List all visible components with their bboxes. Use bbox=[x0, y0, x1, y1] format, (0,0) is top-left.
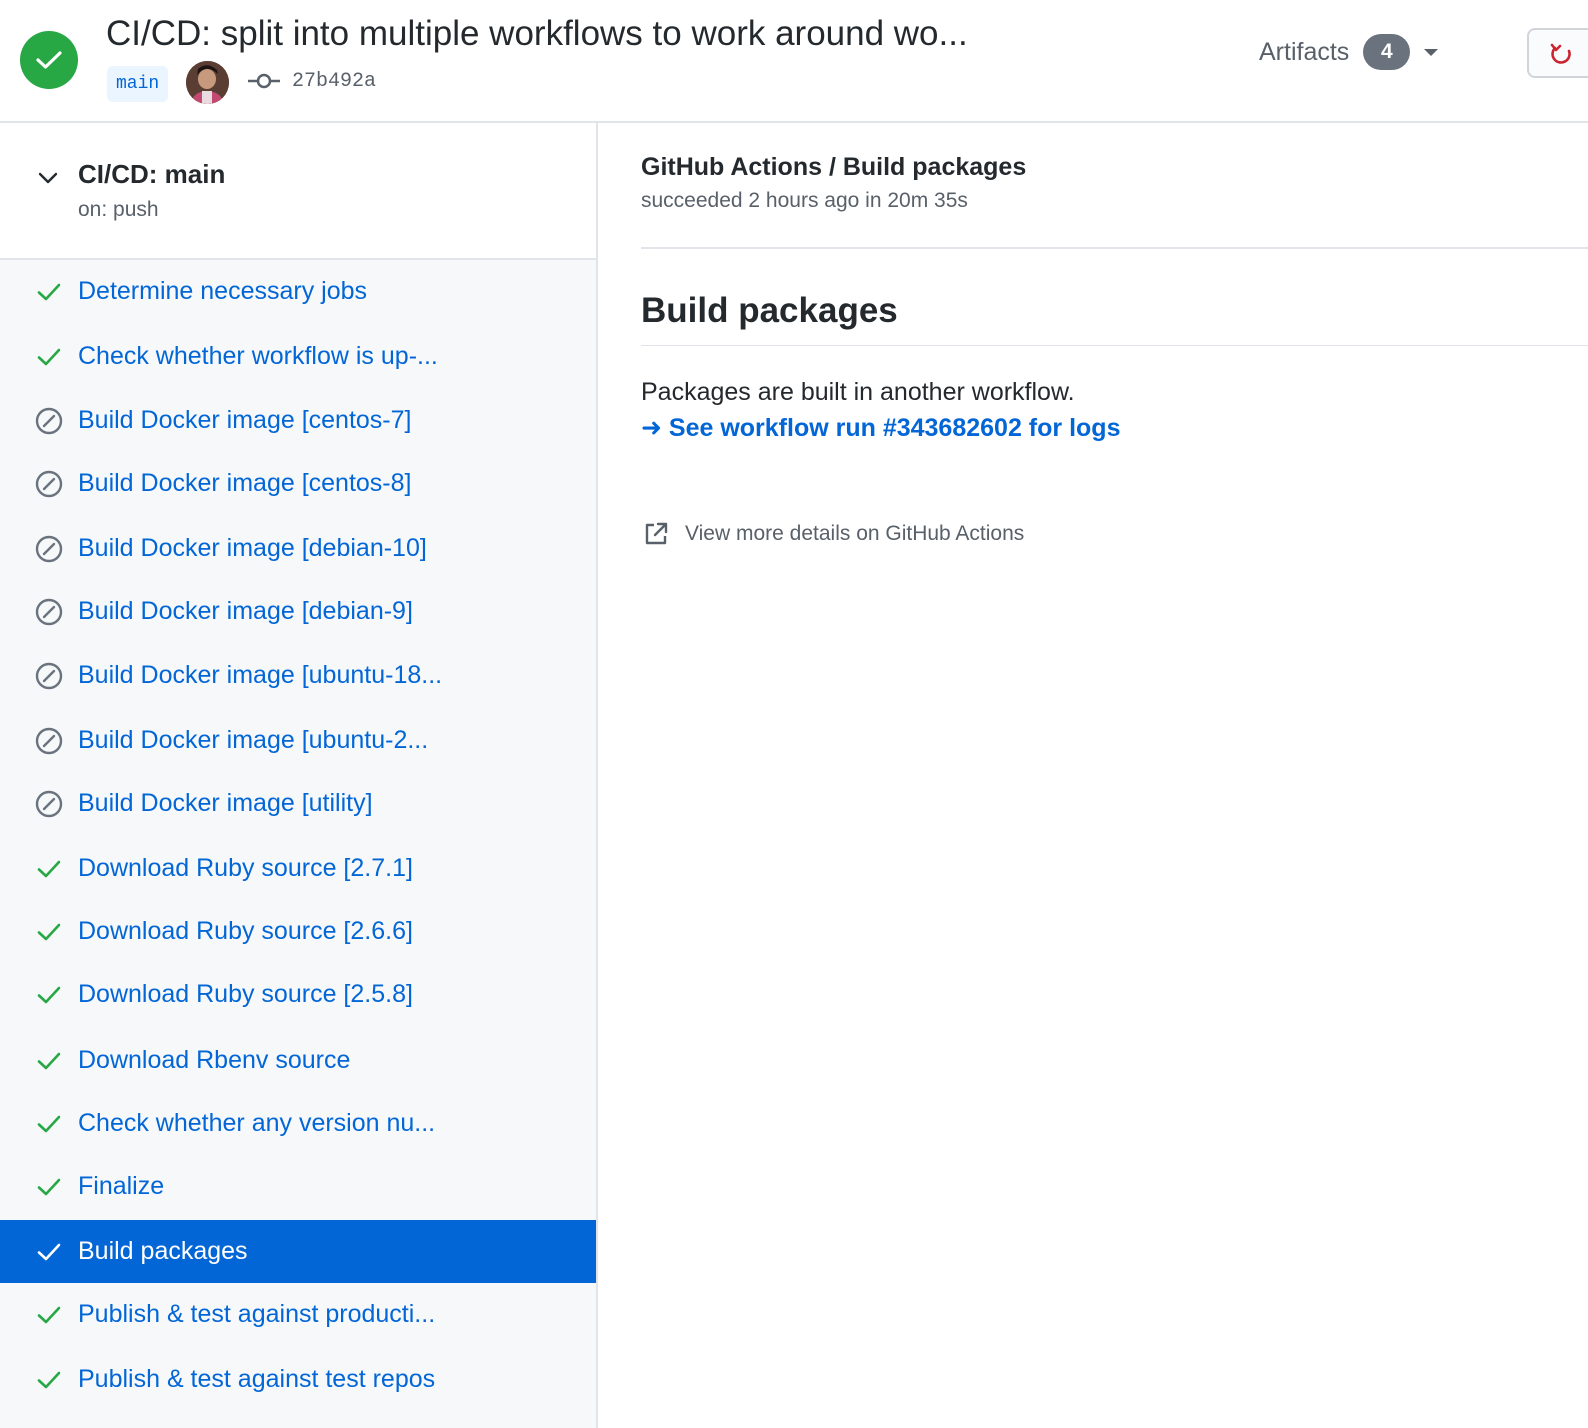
job-label: Publish & test against producti... bbox=[78, 1300, 436, 1328]
check-status-text: succeeded 2 hours ago in 20m 35s bbox=[641, 189, 968, 212]
job-item[interactable]: Determine necessary jobs bbox=[0, 260, 596, 323]
job-label: Download Ruby source [2.7.1] bbox=[78, 854, 413, 882]
job-item[interactable]: Build Docker image [debian-9] bbox=[0, 580, 596, 643]
job-label: Publish & test against test repos bbox=[78, 1365, 436, 1393]
job-label: Check whether workflow is up-... bbox=[78, 342, 438, 370]
sync-icon bbox=[1550, 43, 1571, 64]
workflow-title: CI/CD: main bbox=[78, 159, 226, 189]
job-item[interactable]: Build Docker image [utility] bbox=[0, 772, 596, 835]
job-label: Build Docker image [centos-7] bbox=[78, 406, 412, 434]
check-icon bbox=[35, 855, 63, 883]
job-label: Finalize bbox=[78, 1172, 165, 1200]
summary-text: Packages are built in another workflow. bbox=[641, 378, 1075, 406]
workflow-sidebar: CI/CD: main on: push Determine necessary… bbox=[0, 123, 598, 1428]
job-label: Download Rbenv source bbox=[78, 1046, 351, 1074]
run-title: CI/CD: split into multiple workflows to … bbox=[106, 14, 968, 53]
job-label: Build Docker image [debian-10] bbox=[78, 534, 427, 562]
caret-down-icon bbox=[1424, 48, 1439, 56]
check-icon bbox=[35, 981, 63, 1009]
check-icon bbox=[35, 1110, 63, 1138]
section-heading: Build packages bbox=[641, 291, 898, 330]
avatar[interactable] bbox=[186, 61, 229, 104]
check-icon bbox=[35, 918, 63, 946]
workflow-run-link[interactable]: ➜ See workflow run #343682602 for logs bbox=[641, 413, 1120, 443]
job-item[interactable]: Check whether workflow is up-... bbox=[0, 325, 596, 388]
skipped-icon bbox=[35, 470, 63, 498]
check-icon bbox=[35, 1238, 63, 1266]
job-label: Check whether any version nu... bbox=[78, 1109, 436, 1137]
job-item[interactable]: Build Docker image [ubuntu-2... bbox=[0, 709, 596, 772]
branch-badge[interactable]: main bbox=[107, 66, 169, 102]
job-label: Build packages bbox=[78, 1237, 248, 1265]
artifacts-dropdown[interactable]: Artifacts 4 bbox=[1259, 34, 1439, 70]
skipped-icon bbox=[35, 535, 63, 563]
job-item[interactable]: Check whether any version nu... bbox=[0, 1092, 596, 1155]
workflow-trigger: on: push bbox=[78, 198, 159, 221]
skipped-icon bbox=[35, 598, 63, 626]
check-icon bbox=[35, 278, 63, 306]
view-details-link[interactable]: View more details on GitHub Actions bbox=[643, 521, 1024, 547]
git-commit-icon bbox=[248, 72, 280, 90]
success-status-icon bbox=[20, 31, 78, 89]
check-icon bbox=[35, 1173, 63, 1201]
check-icon bbox=[35, 1301, 63, 1329]
check-details: GitHub Actions / Build packages succeede… bbox=[598, 123, 1588, 1428]
check-icon bbox=[35, 1366, 63, 1394]
check-icon bbox=[35, 1047, 63, 1075]
view-details-text: View more details on GitHub Actions bbox=[685, 522, 1025, 545]
chevron-down-icon[interactable] bbox=[38, 171, 58, 185]
skipped-icon bbox=[35, 407, 63, 435]
job-item[interactable]: Publish & test against producti... bbox=[0, 1283, 596, 1346]
skipped-icon bbox=[35, 727, 63, 755]
job-item[interactable]: Finalize bbox=[0, 1155, 596, 1218]
job-label: Build Docker image [centos-8] bbox=[78, 469, 412, 497]
skipped-icon bbox=[35, 790, 63, 818]
job-label: Determine necessary jobs bbox=[78, 277, 368, 305]
commit-sha-link[interactable]: 27b492a bbox=[292, 70, 376, 93]
job-item[interactable]: Download Ruby source [2.7.1] bbox=[0, 837, 596, 900]
job-item[interactable]: Download Rbenv source bbox=[0, 1029, 596, 1092]
job-label: Download Ruby source [2.6.6] bbox=[78, 917, 413, 945]
job-label: Build Docker image [ubuntu-2... bbox=[78, 726, 429, 754]
job-list: Determine necessary jobs Check whether wo… bbox=[0, 260, 596, 1428]
check-title: GitHub Actions / Build packages bbox=[641, 153, 1027, 181]
skipped-icon bbox=[35, 662, 63, 690]
job-item[interactable]: Build Docker image [centos-7] bbox=[0, 389, 596, 452]
job-item[interactable]: Publish & test against test repos bbox=[0, 1348, 596, 1411]
job-item[interactable]: Build packages bbox=[0, 1220, 596, 1283]
job-label: Build Docker image [utility] bbox=[78, 789, 373, 817]
external-link-icon bbox=[645, 522, 668, 545]
workflow-summary[interactable]: CI/CD: main on: push bbox=[0, 123, 596, 260]
divider bbox=[641, 247, 1588, 249]
job-item[interactable]: Build Docker image [debian-10] bbox=[0, 517, 596, 580]
job-label: Build Docker image [debian-9] bbox=[78, 597, 413, 625]
rerun-button[interactable] bbox=[1527, 28, 1588, 78]
job-item[interactable]: Download Ruby source [2.5.8] bbox=[0, 963, 596, 1026]
run-header: CI/CD: split into multiple workflows to … bbox=[0, 0, 1588, 123]
job-item[interactable]: Build Docker image [centos-8] bbox=[0, 452, 596, 515]
artifacts-label: Artifacts bbox=[1259, 37, 1350, 66]
artifacts-count-badge: 4 bbox=[1363, 34, 1411, 70]
job-item[interactable]: Download Ruby source [2.6.6] bbox=[0, 900, 596, 963]
divider bbox=[641, 345, 1588, 346]
job-label: Build Docker image [ubuntu-18... bbox=[78, 661, 443, 689]
check-icon bbox=[35, 343, 63, 371]
job-item[interactable]: Build Docker image [ubuntu-18... bbox=[0, 644, 596, 707]
job-label: Download Ruby source [2.5.8] bbox=[78, 980, 413, 1008]
